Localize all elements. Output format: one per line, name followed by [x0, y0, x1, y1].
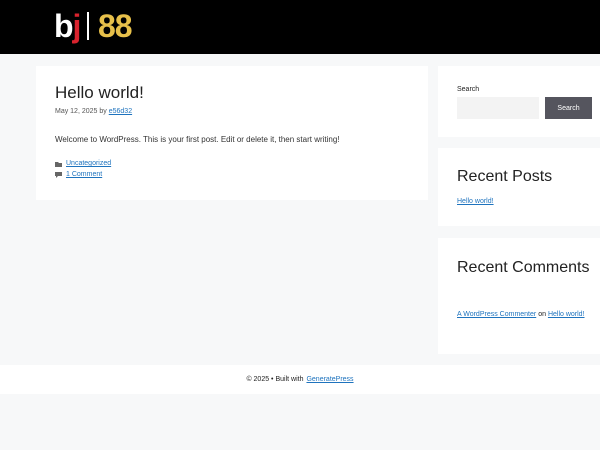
search-input[interactable]: [457, 97, 539, 119]
post-by: by: [99, 108, 107, 115]
recent-posts-title: Recent Posts: [457, 168, 553, 185]
search-widget: Search Search: [438, 66, 600, 137]
comments-link[interactable]: 1 Comment: [66, 171, 102, 178]
site-header: bj 88: [0, 0, 600, 54]
logo-letters: bj: [54, 7, 81, 44]
category-link[interactable]: Uncategorized: [66, 160, 111, 167]
recent-post-link[interactable]: Hello world!: [457, 198, 494, 205]
comment-post-link[interactable]: Hello world!: [548, 311, 585, 318]
logo-divider: [87, 12, 89, 40]
recent-comments-title: Recent Comments: [457, 259, 590, 276]
post-content: Welcome to WordPress. This is your first…: [55, 135, 340, 144]
post-comments-row: 1 Comment: [55, 171, 102, 178]
post-card: Hello world! May 12, 2025 by e56d32 Welc…: [36, 66, 428, 200]
search-label: Search: [457, 86, 480, 93]
recent-comment-item: A WordPress Commenter on Hello world!: [457, 308, 591, 322]
comment-icon: [55, 171, 62, 178]
folder-icon: [55, 161, 62, 167]
post-author-link[interactable]: e56d32: [109, 108, 132, 115]
comment-author-link[interactable]: A WordPress Commenter: [457, 311, 536, 318]
comment-on: on: [538, 311, 546, 318]
post-title[interactable]: Hello world!: [55, 83, 144, 103]
footer-theme-link[interactable]: GeneratePress: [306, 376, 353, 383]
recent-comments-widget: Recent Comments A WordPress Commenter on…: [438, 238, 600, 354]
site-footer: © 2025 • Built with GeneratePress: [0, 365, 600, 394]
site-logo[interactable]: bj 88: [54, 7, 133, 45]
post-meta: May 12, 2025 by e56d32: [55, 108, 132, 115]
search-button[interactable]: Search: [545, 97, 592, 119]
logo-number: 88: [97, 7, 133, 44]
post-date[interactable]: May 12, 2025: [55, 108, 97, 115]
footer-text: © 2025 • Built with: [246, 376, 304, 383]
recent-posts-widget: Recent Posts Hello world!: [438, 148, 600, 226]
post-category-row: Uncategorized: [55, 160, 111, 167]
